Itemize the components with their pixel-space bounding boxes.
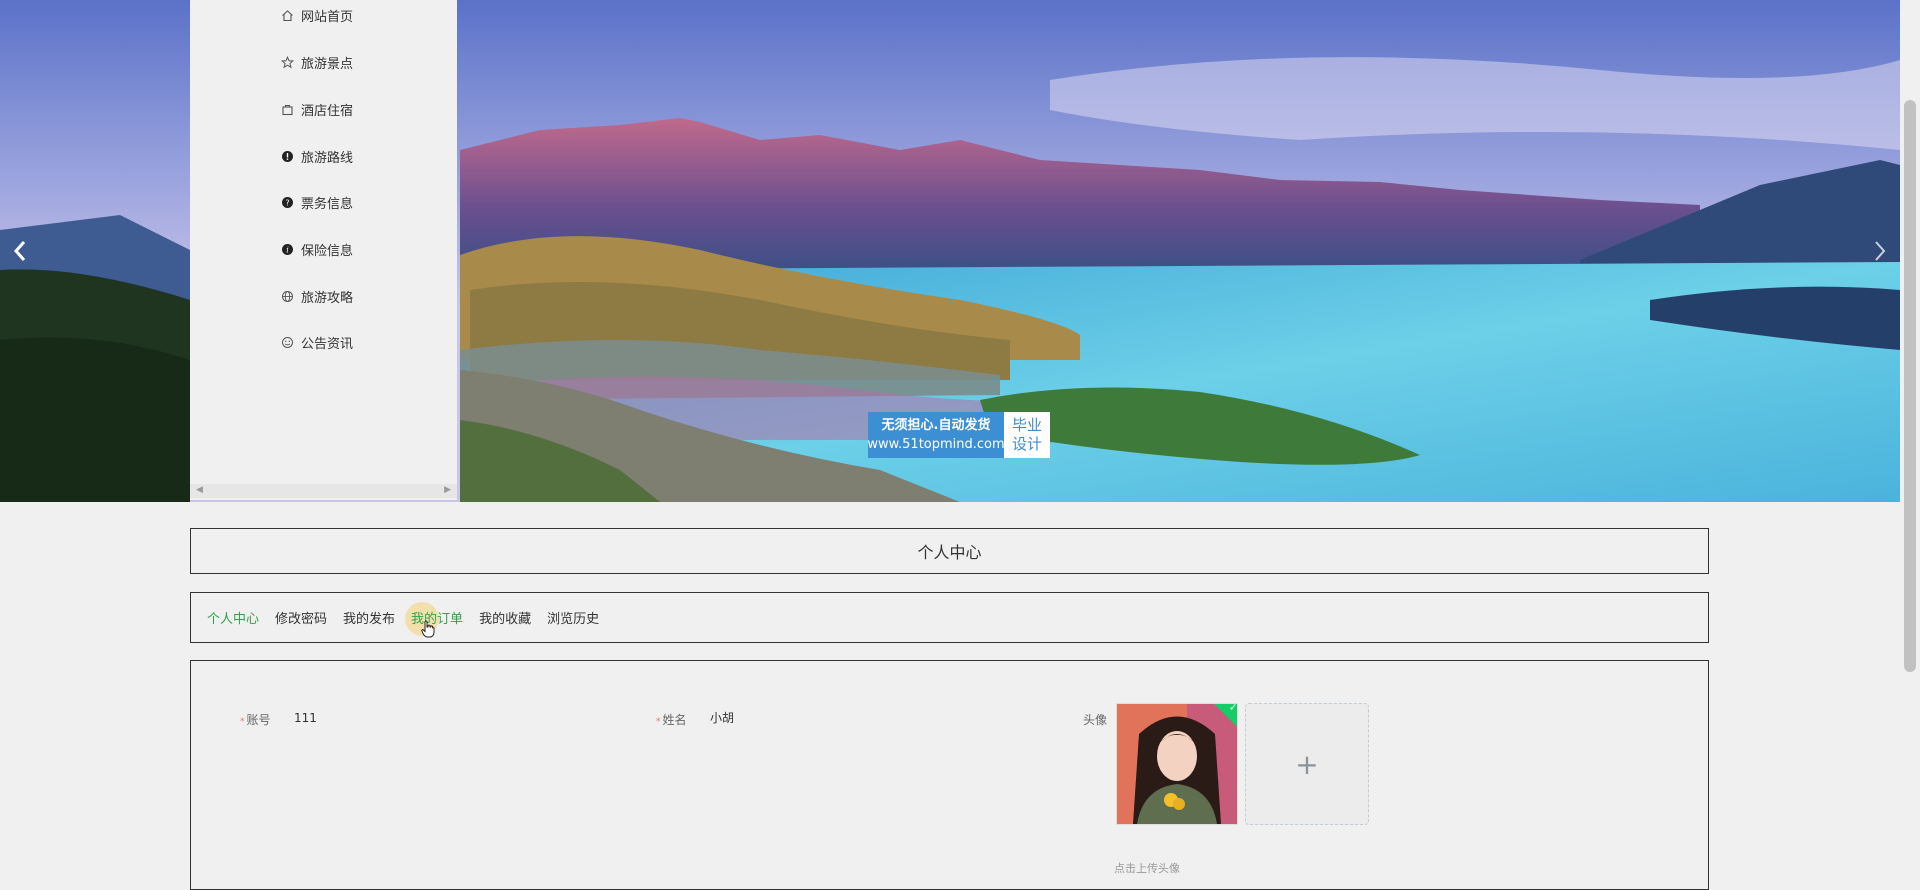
smile-icon xyxy=(280,335,294,349)
account-label-text: 账号 xyxy=(246,713,271,727)
bag-icon xyxy=(280,102,294,116)
carousel-next-button[interactable] xyxy=(1860,232,1900,272)
carousel-prev-button[interactable] xyxy=(0,232,40,272)
avatar-upload-button[interactable]: + xyxy=(1245,703,1369,825)
page-title: 个人中心 xyxy=(917,543,982,562)
name-label-text: 姓名 xyxy=(662,713,687,727)
tab-my-posts[interactable]: 我的发布 xyxy=(343,608,395,627)
watermark-badge: 无须担心.自动发货 www.51topmind.com 毕业 设计 xyxy=(867,412,1050,458)
name-input[interactable] xyxy=(706,705,1054,731)
scroll-left-icon[interactable]: ◀ xyxy=(196,485,203,495)
menu-item-label: 酒店住宿 xyxy=(301,103,354,119)
menu-item-label: 旅游路线 xyxy=(301,150,354,166)
user-center-tabs: 个人中心 修改密码 我的发布 我的订单 我的收藏 浏览历史 xyxy=(190,592,1709,643)
upload-hint: 点击上传头像 xyxy=(1114,862,1180,875)
menu-item-label: 保险信息 xyxy=(301,243,354,259)
avatar-label: 头像 xyxy=(1083,713,1108,727)
menu-item-home[interactable]: 网站首页 xyxy=(280,3,353,27)
globe-icon xyxy=(280,289,294,303)
menu-item-tickets[interactable]: ? 票务信息 xyxy=(280,190,353,214)
check-icon: ✓ xyxy=(1229,703,1238,714)
tab-my-orders-label: 我的订单 xyxy=(411,612,464,627)
avatar[interactable]: ✓ xyxy=(1116,703,1238,825)
page-title-box: 个人中心 xyxy=(190,528,1709,574)
watermark-url: www.51topmind.com xyxy=(867,437,1005,452)
hand-cursor-icon xyxy=(421,620,435,638)
chevron-right-icon xyxy=(1875,241,1886,261)
page-scrollbar[interactable] xyxy=(1900,0,1920,872)
menu-item-label: 公告资讯 xyxy=(301,336,354,352)
tab-profile[interactable]: 个人中心 xyxy=(207,608,259,627)
watermark-side-line1: 毕业 xyxy=(1011,416,1042,434)
plus-icon: + xyxy=(1295,747,1319,781)
avatar-image xyxy=(1117,704,1237,824)
home-icon xyxy=(280,8,294,22)
menu-item-label: 旅游景点 xyxy=(301,56,354,72)
menu-item-label: 旅游攻略 xyxy=(301,290,354,306)
page-scrollbar-thumb[interactable] xyxy=(1904,100,1916,672)
watermark-line1: 无须担心.自动发货 xyxy=(881,418,991,433)
menu-item-routes[interactable]: 旅游路线 xyxy=(280,144,353,168)
tab-browse-history[interactable]: 浏览历史 xyxy=(547,608,599,627)
side-menu: 网站首页 旅游景点 酒店住宿 旅游路线 ? 票务信息 i 保险信息 旅游攻略 公… xyxy=(190,0,457,500)
watermark-side-line2: 设计 xyxy=(1011,435,1042,453)
scroll-right-icon[interactable]: ▶ xyxy=(444,485,451,495)
menu-item-news[interactable]: 公告资讯 xyxy=(280,330,353,354)
name-label: * 姓名 xyxy=(656,713,687,727)
watermark-main: 无须担心.自动发货 www.51topmind.com xyxy=(867,412,1005,458)
svg-text:i: i xyxy=(286,245,289,254)
menu-item-insurance[interactable]: i 保险信息 xyxy=(280,237,353,261)
profile-form xyxy=(190,660,1709,890)
tab-my-orders[interactable]: 我的订单 xyxy=(405,602,464,638)
watermark-side: 毕业 设计 xyxy=(1004,412,1050,458)
chevron-left-icon xyxy=(13,241,26,261)
menu-item-hotels[interactable]: 酒店住宿 xyxy=(280,97,353,121)
menu-item-label: 网站首页 xyxy=(301,9,354,25)
menu-item-guides[interactable]: 旅游攻略 xyxy=(280,284,353,308)
star-icon xyxy=(280,55,294,69)
info-circle-icon: i xyxy=(280,242,294,256)
alert-circle-icon xyxy=(280,149,294,163)
svg-text:?: ? xyxy=(285,198,289,207)
account-label: * 账号 xyxy=(240,713,271,727)
tab-my-favorites[interactable]: 我的收藏 xyxy=(479,608,531,627)
menu-horizontal-scrollbar[interactable]: ◀ ▶ xyxy=(190,484,457,498)
menu-item-attractions[interactable]: 旅游景点 xyxy=(280,50,353,74)
account-input[interactable] xyxy=(290,705,638,731)
help-circle-icon: ? xyxy=(280,195,294,209)
tab-change-password[interactable]: 修改密码 xyxy=(275,608,327,627)
menu-item-label: 票务信息 xyxy=(301,196,354,212)
